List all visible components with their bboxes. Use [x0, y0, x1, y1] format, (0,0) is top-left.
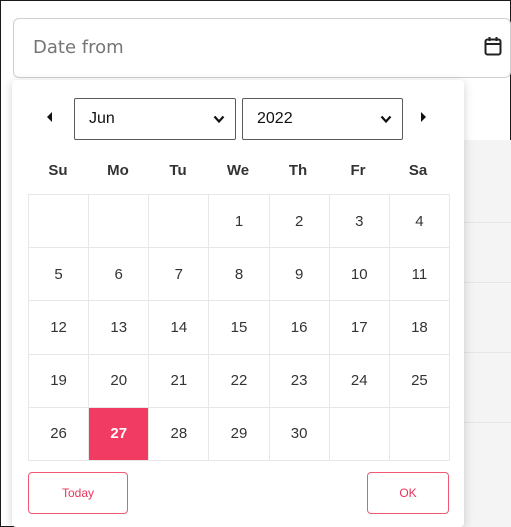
day-cell[interactable]: 6 [89, 248, 150, 302]
day-cell[interactable]: 10 [329, 248, 390, 302]
day-cell[interactable]: 4 [389, 195, 450, 249]
day-cell[interactable]: 3 [329, 195, 390, 249]
weekday-header: Mo [107, 162, 129, 179]
day-cell[interactable]: 11 [389, 248, 450, 302]
day-cell[interactable]: 19 [29, 354, 90, 408]
empty-day-cell [29, 195, 90, 249]
weekday-header: Th [288, 162, 308, 179]
day-cell[interactable]: 20 [89, 354, 150, 408]
weekday-header: We [226, 162, 250, 179]
day-cell[interactable]: 23 [269, 354, 330, 408]
day-cell[interactable]: 7 [149, 248, 210, 302]
day-cell[interactable]: 26 [29, 407, 90, 461]
year-select[interactable]: 2022 [242, 98, 403, 140]
day-cell[interactable]: 14 [149, 301, 210, 355]
day-cell[interactable]: 5 [29, 248, 90, 302]
weekday-header: Sa [408, 162, 428, 179]
calendar-icon[interactable] [484, 36, 502, 56]
year-select-value: 2022 [257, 110, 293, 127]
weekday-header: Fr [350, 162, 366, 179]
selected-day-cell[interactable]: 27 [89, 407, 150, 461]
day-cell[interactable]: 2 [269, 195, 330, 249]
day-cell[interactable]: 15 [209, 301, 270, 355]
day-cell[interactable]: 1 [209, 195, 270, 249]
ok-button[interactable]: OK [367, 472, 449, 514]
month-select[interactable]: Jun [74, 98, 236, 140]
day-cell[interactable]: 24 [329, 354, 390, 408]
calendar-grid: 1 2 3 4 5 6 7 8 9 10 11 12 13 14 15 16 1… [28, 194, 450, 461]
day-cell[interactable]: 28 [149, 407, 210, 461]
day-cell[interactable]: 8 [209, 248, 270, 302]
triangle-left-icon[interactable] [45, 110, 55, 124]
today-button[interactable]: Today [28, 472, 128, 514]
date-from-input[interactable]: Date from [13, 18, 511, 78]
weekday-header: Tu [169, 162, 187, 179]
empty-day-cell [89, 195, 150, 249]
chevron-down-icon [380, 115, 392, 124]
date-from-placeholder: Date from [33, 37, 124, 58]
empty-day-cell [389, 407, 450, 461]
day-cell[interactable]: 9 [269, 248, 330, 302]
day-cell[interactable]: 18 [389, 301, 450, 355]
empty-day-cell [149, 195, 210, 249]
day-cell[interactable]: 17 [329, 301, 390, 355]
day-cell[interactable]: 22 [209, 354, 270, 408]
day-cell[interactable]: 29 [209, 407, 270, 461]
day-cell[interactable]: 12 [29, 301, 90, 355]
day-cell[interactable]: 25 [389, 354, 450, 408]
weekday-header: Su [48, 162, 68, 179]
month-select-value: Jun [89, 110, 115, 127]
day-cell[interactable]: 13 [89, 301, 150, 355]
day-cell[interactable]: 30 [269, 407, 330, 461]
empty-day-cell [329, 407, 390, 461]
day-cell[interactable]: 16 [269, 301, 330, 355]
triangle-right-icon[interactable] [418, 110, 428, 124]
day-cell[interactable]: 21 [149, 354, 210, 408]
chevron-down-icon [213, 115, 225, 124]
